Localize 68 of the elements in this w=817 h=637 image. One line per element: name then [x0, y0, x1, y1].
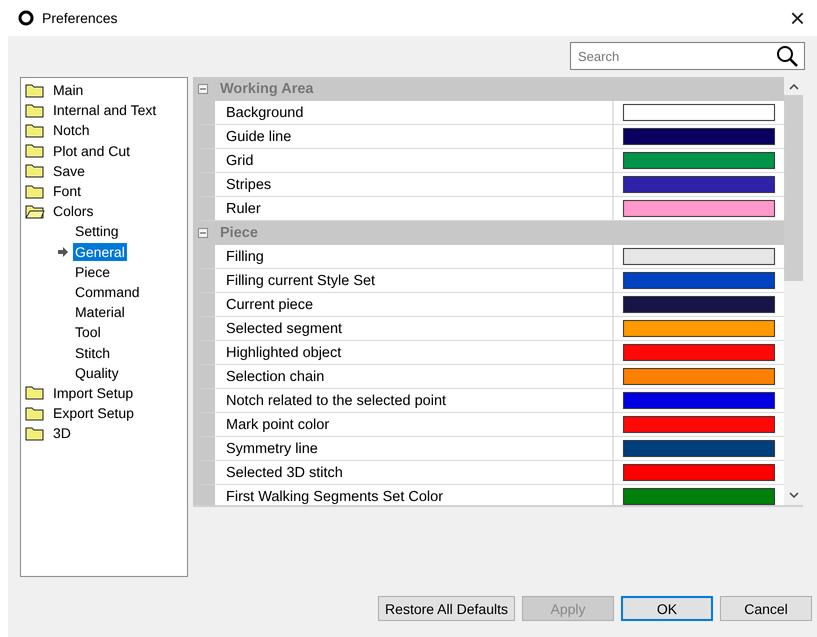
- scroll-down-icon[interactable]: [788, 490, 800, 500]
- dialog-button[interactable]: Cancel: [720, 596, 812, 621]
- search-input[interactable]: Search: [576, 48, 770, 64]
- scroll-up-icon[interactable]: [788, 82, 800, 92]
- tree-item[interactable]: Tool: [73, 323, 103, 342]
- property-name: Notch related to the selected point: [215, 389, 614, 412]
- tree-item[interactable]: 3D: [51, 424, 73, 442]
- property-name: Selected segment: [215, 317, 614, 340]
- property-name: Guide line: [215, 125, 614, 148]
- color-swatch[interactable]: [623, 104, 775, 121]
- section-title: Working Area: [220, 81, 314, 97]
- tree-item[interactable]: Material: [73, 303, 127, 322]
- tree-item[interactable]: Export Setup: [51, 404, 136, 422]
- color-swatch[interactable]: [623, 248, 775, 265]
- color-swatch[interactable]: [623, 200, 775, 217]
- minus-icon: [200, 230, 206, 236]
- color-swatch[interactable]: [623, 440, 775, 457]
- tree-item[interactable]: Font: [51, 182, 84, 200]
- property-name: First Walking Segments Set Color: [215, 485, 614, 505]
- app-logo-icon: [18, 10, 34, 26]
- color-swatch[interactable]: [623, 272, 775, 289]
- search-icon[interactable]: [776, 45, 798, 67]
- tree-item[interactable]: General: [73, 242, 127, 261]
- tree-item[interactable]: Setting: [73, 222, 121, 240]
- property-name: Background: [215, 101, 614, 124]
- minus-icon: [200, 86, 206, 92]
- color-swatch[interactable]: [623, 320, 775, 337]
- collapse-toggle[interactable]: [198, 228, 208, 238]
- color-swatch[interactable]: [623, 368, 775, 385]
- tree-item[interactable]: Stitch: [73, 344, 112, 362]
- property-name: Selected 3D stitch: [215, 461, 614, 484]
- window-title: Preferences: [42, 10, 118, 26]
- tree-item[interactable]: Internal and Text: [51, 101, 158, 120]
- tree-item[interactable]: Command: [73, 282, 142, 301]
- property-name: Highlighted object: [215, 341, 614, 364]
- property-name: Mark point color: [215, 413, 614, 436]
- dialog-button[interactable]: OK: [621, 596, 713, 621]
- property-name: Current piece: [215, 293, 614, 316]
- property-name: Filling current Style Set: [215, 269, 614, 292]
- tree-item[interactable]: Notch: [51, 121, 92, 140]
- property-name: Stripes: [215, 173, 614, 196]
- close-button[interactable]: ×: [786, 5, 809, 31]
- section-title: Piece: [220, 225, 258, 241]
- color-swatch[interactable]: [623, 488, 775, 505]
- tree-item[interactable]: Piece: [73, 262, 112, 281]
- tree-item[interactable]: Main: [51, 81, 86, 100]
- arrow-icon: [57, 246, 69, 258]
- tree-item[interactable]: Import Setup: [51, 384, 136, 402]
- color-swatch[interactable]: [623, 152, 775, 169]
- search-field[interactable]: Search: [570, 42, 805, 70]
- color-swatch[interactable]: [623, 176, 775, 193]
- tree-item[interactable]: Colors: [51, 202, 96, 220]
- color-swatch[interactable]: [623, 464, 775, 481]
- tree-item[interactable]: Save: [51, 162, 87, 180]
- color-swatch[interactable]: [623, 296, 775, 313]
- color-swatch[interactable]: [623, 416, 775, 433]
- collapse-toggle[interactable]: [198, 84, 208, 94]
- tree-item[interactable]: Quality: [73, 364, 121, 382]
- tree-item[interactable]: Plot and Cut: [51, 142, 132, 160]
- property-name: Filling: [215, 245, 614, 268]
- scroll-thumb[interactable]: [784, 95, 803, 281]
- color-swatch[interactable]: [623, 392, 775, 409]
- property-name: Grid: [215, 149, 614, 172]
- color-swatch[interactable]: [623, 344, 775, 361]
- property-name: Selection chain: [215, 365, 614, 388]
- dialog-button[interactable]: Restore All Defaults: [378, 596, 515, 621]
- property-name: Symmetry line: [215, 437, 614, 460]
- color-swatch[interactable]: [623, 128, 775, 145]
